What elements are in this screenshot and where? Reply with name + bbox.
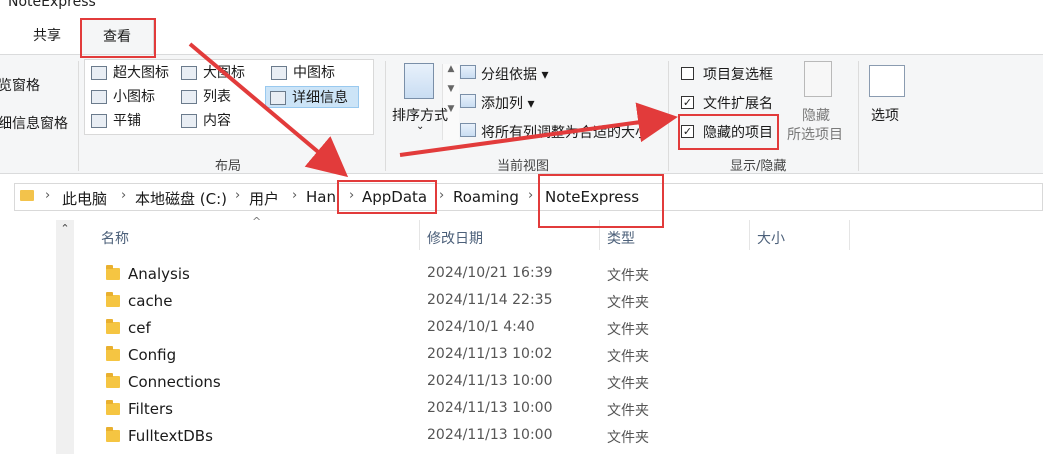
annotation-arrows bbox=[188, 42, 678, 178]
annotation-arrow-to-appdata bbox=[188, 42, 349, 178]
annotation-arrow-to-hidden-items bbox=[399, 102, 678, 157]
